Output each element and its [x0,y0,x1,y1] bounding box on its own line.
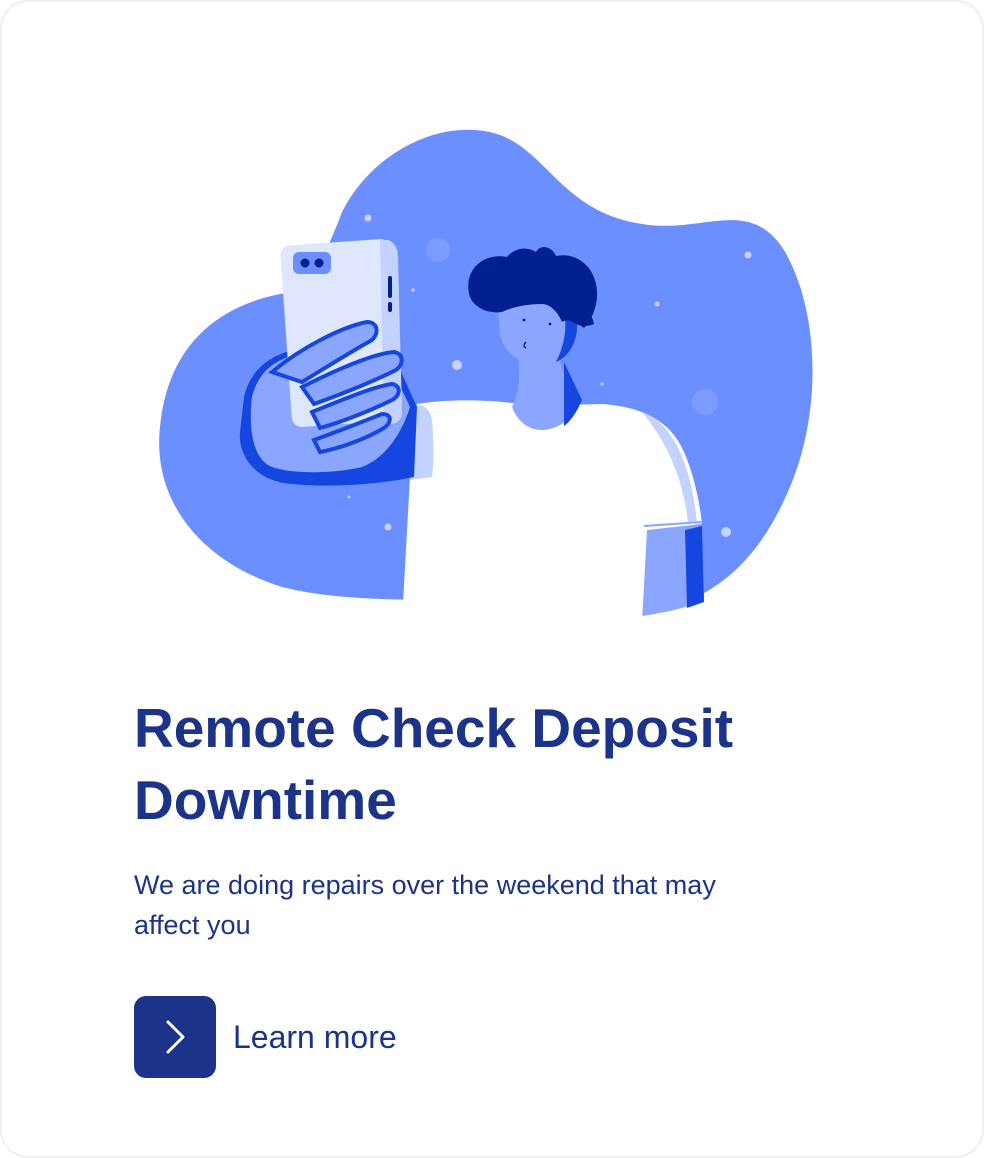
description-text: We are doing repairs over the weekend th… [134,865,834,945]
learn-more-button[interactable] [134,996,216,1078]
learn-more-label[interactable]: Learn more [233,1019,397,1056]
learn-more-link[interactable]: Learn more [134,996,397,1078]
chevron-right-icon [166,1020,185,1054]
selfie-illustration [159,129,813,622]
description-line: We are doing repairs over the weekend th… [134,870,716,900]
promo-card: Remote Check Deposit Downtime We are doi… [0,0,984,1158]
title-line: Remote Check Deposit [134,697,734,759]
title-line: Downtime [134,769,397,831]
description-line: affect you [134,910,251,940]
page-title: Remote Check Deposit Downtime [134,692,854,836]
